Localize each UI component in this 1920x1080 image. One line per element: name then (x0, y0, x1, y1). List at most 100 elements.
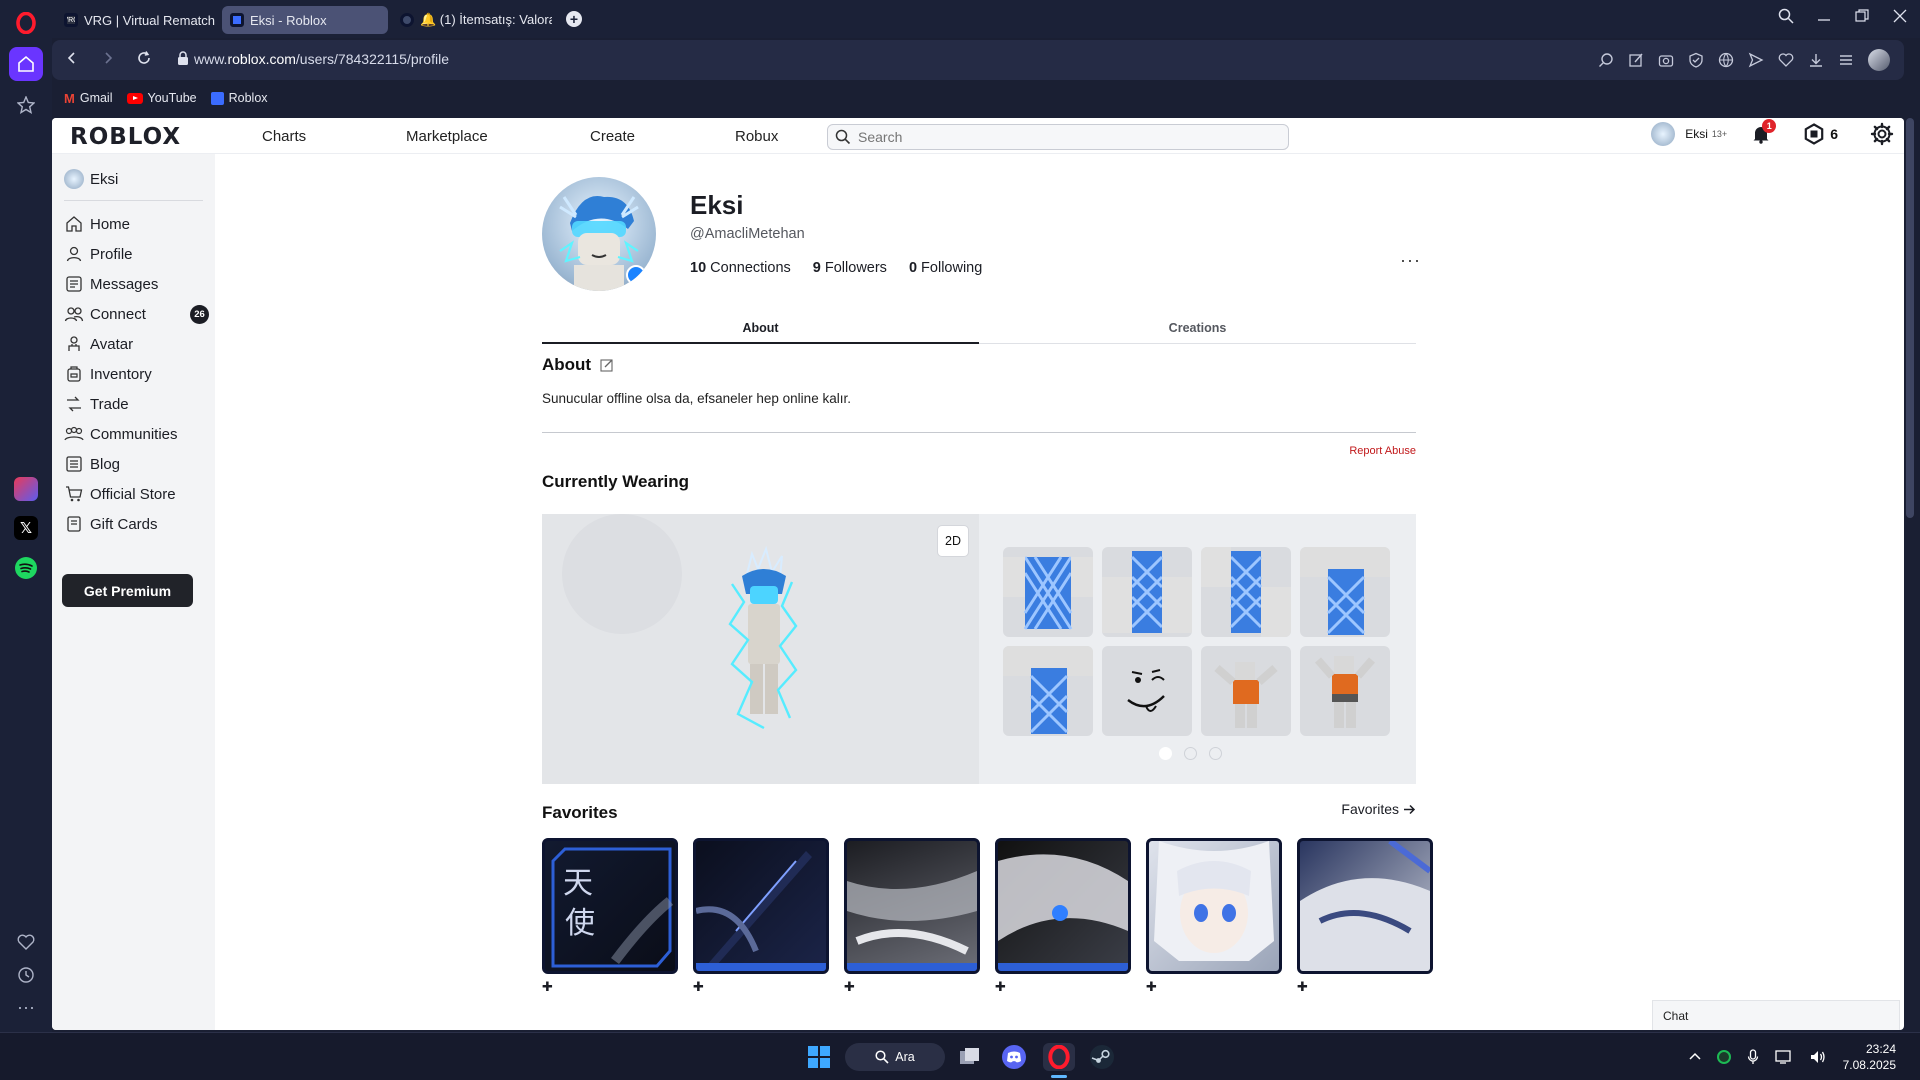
sidebar-item-home[interactable]: Home (64, 213, 130, 235)
opera-logo-icon[interactable] (9, 6, 43, 40)
favorite-item-5[interactable]: ✚ (1146, 838, 1282, 994)
opera-taskbar-icon[interactable] (1043, 1043, 1075, 1071)
favorite-item-6[interactable]: ✚ (1297, 838, 1433, 994)
history-icon[interactable] (9, 958, 43, 992)
get-premium-button[interactable]: Get Premium (62, 574, 193, 607)
windows-start-icon[interactable] (805, 1043, 833, 1071)
lock-icon[interactable] (176, 50, 190, 66)
favorites-see-all-link[interactable]: Favorites (1341, 801, 1416, 817)
sidebar-user[interactable]: Eksi (64, 168, 118, 190)
download-icon[interactable] (1808, 52, 1824, 68)
taskbar-search[interactable]: Ara (845, 1043, 945, 1071)
sidebar-item-profile[interactable]: Profile (64, 243, 133, 265)
close-window-icon[interactable] (1892, 8, 1908, 24)
taskbar-clock[interactable]: 23:24 7.08.2025 (1843, 1041, 1896, 1073)
sidebar-item-official-store[interactable]: Official Store (64, 483, 176, 505)
nav-create[interactable]: Create (590, 128, 635, 145)
robux-balance[interactable]: 6 (1803, 123, 1838, 145)
header-username[interactable]: Eksi (1685, 127, 1708, 141)
bookmark-roblox[interactable]: Roblox (210, 91, 268, 105)
minimize-icon[interactable] (1816, 8, 1832, 24)
roblox-logo[interactable]: ROBLOX (70, 124, 181, 150)
tab-about[interactable]: About (542, 313, 979, 344)
sidebar-item-blog[interactable]: Blog (64, 453, 120, 475)
sidebar-item-communities[interactable]: Communities (64, 423, 178, 445)
pinboard-icon[interactable] (9, 88, 43, 122)
worn-item-right-leg[interactable] (1003, 646, 1093, 736)
x-twitter-icon[interactable]: 𝕏 (9, 511, 43, 545)
sidebar-item-connect[interactable]: Connect 26 (64, 303, 209, 325)
edit-about-icon[interactable] (600, 358, 614, 372)
lens-search-icon[interactable] (1598, 52, 1614, 68)
spotify-icon[interactable] (9, 551, 43, 585)
pager-dot[interactable] (1209, 747, 1222, 760)
task-view-icon[interactable] (956, 1043, 984, 1071)
followers-stat[interactable]: 9 Followers (813, 260, 887, 276)
profile-avatar[interactable] (542, 177, 656, 291)
microphone-icon[interactable] (1747, 1049, 1759, 1065)
profile-avatar-icon[interactable] (1868, 49, 1890, 71)
header-avatar[interactable] (1651, 122, 1676, 146)
discord-icon[interactable] (1000, 1043, 1028, 1071)
notifications-button[interactable]: 1 (1751, 119, 1777, 144)
sidebar-item-trade[interactable]: Trade (64, 393, 129, 415)
worn-item-animation-2[interactable] (1300, 646, 1390, 736)
tab-vrg[interactable]: VRG VRG | Virtual Rematch Gar (56, 6, 218, 34)
network-icon[interactable] (1774, 1049, 1793, 1065)
nav-charts[interactable]: Charts (262, 128, 306, 145)
worn-item-shirt[interactable] (1003, 547, 1093, 637)
pager-dot[interactable] (1184, 747, 1197, 760)
vpn-icon[interactable] (1718, 52, 1734, 68)
search-input[interactable] (858, 129, 1278, 145)
worn-item-left-leg[interactable] (1300, 547, 1390, 637)
send-icon[interactable] (1748, 52, 1764, 68)
back-icon[interactable] (64, 50, 80, 66)
settings-gear-icon[interactable] (1870, 122, 1894, 146)
connections-stat[interactable]: 10 Connections (690, 260, 791, 276)
tab-creations[interactable]: Creations (979, 313, 1416, 344)
aria-icon[interactable] (9, 472, 43, 506)
tray-app-icon[interactable] (1716, 1050, 1731, 1064)
home-workspace-icon[interactable] (9, 47, 43, 81)
following-stat[interactable]: 0 Following (909, 260, 982, 276)
bookmark-heart-icon[interactable] (1778, 52, 1794, 68)
favorite-item-2[interactable]: ✚ (693, 838, 829, 994)
tab-itemsatis[interactable]: 🔔 (1) İtemsatış: Valorant (392, 6, 552, 34)
new-tab-plus-icon[interactable]: + (566, 11, 582, 27)
worn-item-animation-1[interactable] (1201, 646, 1291, 736)
sidebar-item-inventory[interactable]: Inventory (64, 363, 152, 385)
easy-setup-icon[interactable] (1838, 52, 1854, 68)
forward-icon[interactable] (100, 50, 116, 66)
tab-roblox[interactable]: Eksi - Roblox (222, 6, 388, 34)
browser-scrollbar[interactable] (1906, 118, 1914, 518)
bookmark-gmail[interactable]: M Gmail (64, 91, 113, 106)
worn-item-left-arm[interactable] (1102, 547, 1192, 637)
url-field[interactable]: www.roblox.com/users/784322115/profile (194, 51, 449, 67)
restore-icon[interactable] (1854, 8, 1870, 24)
favorite-item-4[interactable]: ✚ (995, 838, 1131, 994)
more-icon[interactable]: ··· (9, 990, 43, 1024)
sidebar-item-gift-cards[interactable]: Gift Cards (64, 513, 158, 535)
camera-icon[interactable] (1658, 52, 1674, 68)
sidebar-item-avatar[interactable]: Avatar (64, 333, 133, 355)
search-box[interactable] (827, 124, 1289, 150)
reload-icon[interactable] (136, 50, 152, 66)
nav-robux[interactable]: Robux (735, 128, 778, 145)
bookmark-youtube[interactable]: YouTube (126, 91, 197, 105)
avatar-3d-viewer[interactable]: 2D (542, 514, 979, 784)
worn-item-face[interactable] (1102, 646, 1192, 736)
chat-bar[interactable]: Chat (1652, 1000, 1900, 1030)
edit-icon[interactable] (1628, 52, 1644, 68)
favorite-item-3[interactable]: ✚ (844, 838, 980, 994)
toggle-2d-button[interactable]: 2D (937, 525, 969, 557)
report-abuse-link[interactable]: Report Abuse (1349, 445, 1416, 457)
worn-item-right-arm[interactable] (1201, 547, 1291, 637)
volume-icon[interactable] (1809, 1049, 1827, 1065)
steam-icon[interactable] (1088, 1043, 1116, 1071)
tray-chevron-up-icon[interactable] (1689, 1051, 1701, 1063)
pager-dot-active[interactable] (1159, 747, 1172, 760)
tab-search-icon[interactable] (1778, 8, 1794, 24)
nav-marketplace[interactable]: Marketplace (406, 128, 488, 145)
sidebar-item-messages[interactable]: Messages (64, 273, 158, 295)
more-options-icon[interactable]: ··· (1400, 250, 1421, 271)
